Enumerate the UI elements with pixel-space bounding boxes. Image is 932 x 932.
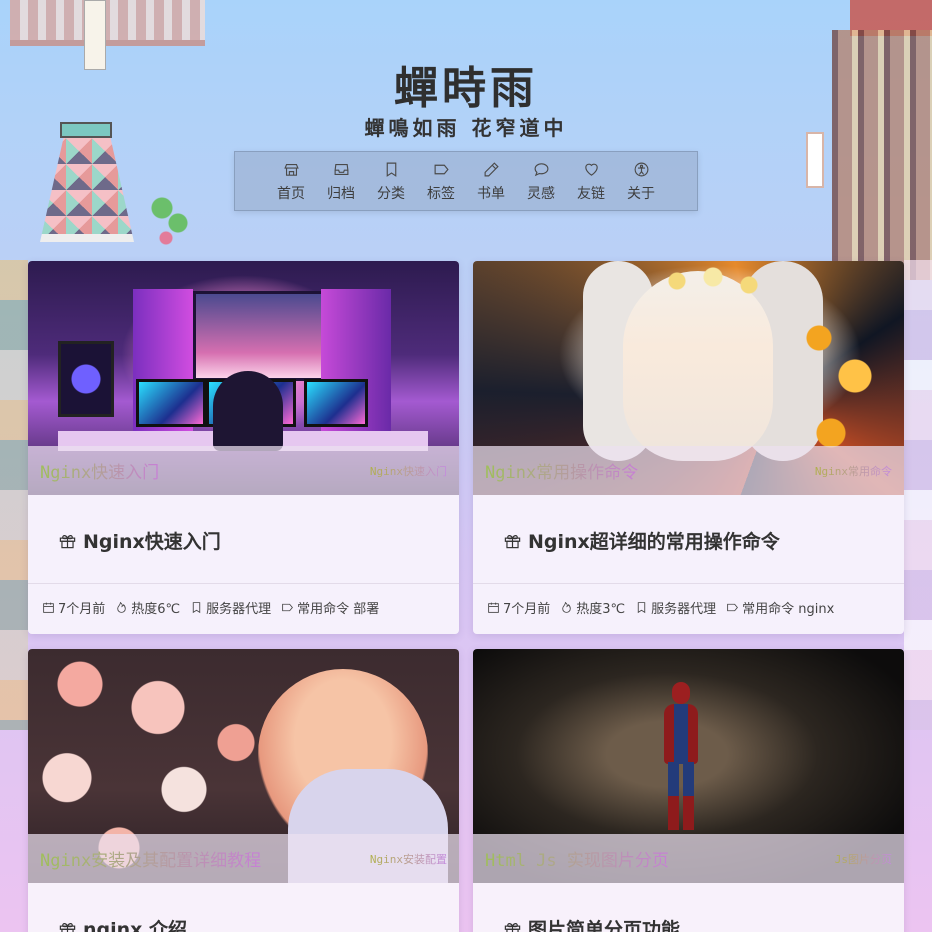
post-title[interactable]: Nginx快速入门: [58, 527, 221, 554]
gift-icon: [59, 923, 76, 932]
person-circle-icon: [630, 158, 652, 180]
cover-gold-leaves: [783, 281, 903, 471]
nav-label: 标签: [427, 186, 455, 202]
gift-icon: [504, 923, 521, 932]
bookmark-icon: [380, 158, 402, 180]
tag-icon: [282, 603, 294, 612]
post-tags[interactable]: 常用命令 nginx: [726, 598, 834, 617]
flame-icon: [562, 601, 572, 613]
nav-label: 分类: [377, 186, 405, 202]
cover-caption-bar: Html Js 实现图片分页 Js图片分页: [473, 834, 904, 883]
cover-caption-bar: Nginx常用操作命令 Nginx常用命令: [473, 446, 904, 495]
post-title[interactable]: Nginx超详细的常用操作命令: [503, 527, 780, 554]
cover-caption: Nginx快速入门: [40, 458, 159, 483]
flame-icon: [117, 601, 127, 613]
post-category-text: 服务器代理: [206, 602, 272, 617]
post-tags[interactable]: 常用命令 部署: [281, 598, 379, 617]
nav-label: 灵感: [527, 186, 555, 202]
heart-icon: [580, 158, 602, 180]
tag-icon: [430, 158, 452, 180]
cover-tag[interactable]: Nginx常用命令: [815, 463, 892, 479]
chat-bubble-icon: [530, 158, 552, 180]
meta-divider: [28, 583, 459, 584]
cover-figure-body: [664, 704, 698, 764]
post-date-text: 7个月前: [58, 602, 106, 617]
post-heat-text: 热度3℃: [576, 602, 626, 617]
post-card[interactable]: Html Js 实现图片分页 Js图片分页 图片简单分页功能: [473, 649, 904, 932]
gift-icon: [59, 535, 76, 549]
nav-item-categories[interactable]: 分类: [366, 158, 416, 210]
cover-person: [213, 371, 283, 451]
meta-divider: [473, 583, 904, 584]
calendar-icon: [43, 602, 54, 613]
cover-monitor: [304, 379, 368, 427]
nav-label: 友链: [577, 186, 605, 202]
post-card[interactable]: Nginx安装及其配置详细教程 Nginx安装配置 nginx 介绍: [28, 649, 459, 932]
gift-icon: [504, 535, 521, 549]
home-icon: [280, 158, 302, 180]
post-meta: 7个月前 热度6℃ 服务器代理 常用命令 部署: [42, 598, 379, 617]
post-tags-text: 常用命令 nginx: [742, 602, 835, 617]
post-title-text: 图片简单分页功能: [528, 919, 681, 932]
cover-tag[interactable]: Nginx安装配置: [370, 851, 447, 867]
bookmark-icon: [192, 602, 201, 614]
post-title-text: nginx 介绍: [83, 919, 188, 932]
post-title[interactable]: nginx 介绍: [58, 915, 187, 932]
cover-figure-leg: [668, 762, 679, 830]
tag-icon: [727, 603, 739, 612]
cover-figure-leg: [683, 762, 694, 830]
cover-figure-head: [672, 682, 690, 704]
post-category[interactable]: 服务器代理: [190, 598, 271, 617]
main-nav: 首页 归档 分类 标签 书单 灵感 友链 关于: [234, 151, 698, 211]
post-date: 7个月前: [42, 598, 105, 617]
cover-tag[interactable]: Js图片分页: [835, 851, 892, 867]
post-title[interactable]: 图片简单分页功能: [503, 915, 680, 932]
pencil-icon: [480, 158, 502, 180]
post-card[interactable]: Nginx快速入门 Nginx快速入门 Nginx快速入门 7个月前 热度6℃ …: [28, 261, 459, 634]
cover-caption: Nginx安装及其配置详细教程: [40, 846, 261, 871]
post-category[interactable]: 服务器代理: [635, 598, 716, 617]
bookmark-icon: [637, 602, 646, 614]
cover-figure: [656, 682, 706, 832]
post-date: 7个月前: [487, 598, 550, 617]
cover-caption: Html Js 实现图片分页: [485, 846, 669, 871]
post-title-text: Nginx超详细的常用操作命令: [528, 531, 780, 553]
nav-item-friends[interactable]: 友链: [566, 158, 616, 210]
decorative-lamp: [40, 138, 134, 242]
site-title[interactable]: 蟬時雨: [0, 52, 932, 116]
post-category-text: 服务器代理: [651, 602, 717, 617]
site-subtitle: 蟬鳴如雨 花窄道中: [364, 116, 568, 140]
nav-label: 归档: [327, 186, 355, 202]
nav-item-inspiration[interactable]: 灵感: [516, 158, 566, 210]
nav-item-home[interactable]: 首页: [266, 158, 316, 210]
post-title-text: Nginx快速入门: [83, 531, 221, 553]
post-card[interactable]: Nginx常用操作命令 Nginx常用命令 Nginx超详细的常用操作命令 7个…: [473, 261, 904, 634]
post-meta: 7个月前 热度3℃ 服务器代理 常用命令 nginx: [487, 598, 834, 617]
nav-item-booklist[interactable]: 书单: [466, 158, 516, 210]
nav-item-archive[interactable]: 归档: [316, 158, 366, 210]
post-heat: 热度6℃: [115, 598, 180, 617]
cover-speaker: [58, 341, 114, 417]
nav-label: 首页: [277, 186, 305, 202]
cover-caption: Nginx常用操作命令: [485, 458, 638, 483]
post-heat-text: 热度6℃: [131, 602, 181, 617]
cover-monitor: [136, 379, 206, 427]
decorative-left-scenery: [0, 260, 28, 730]
post-heat: 热度3℃: [560, 598, 625, 617]
nav-label: 关于: [627, 186, 655, 202]
cover-tag[interactable]: Nginx快速入门: [370, 463, 447, 479]
decorative-right-scenery: [904, 260, 932, 730]
cover-caption-bar: Nginx安装及其配置详细教程 Nginx安装配置: [28, 834, 459, 883]
cover-flowers: [653, 261, 773, 301]
calendar-icon: [488, 602, 499, 613]
nav-item-tags[interactable]: 标签: [416, 158, 466, 210]
nav-item-about[interactable]: 关于: [616, 158, 666, 210]
post-date-text: 7个月前: [503, 602, 551, 617]
decorative-fence: [10, 0, 205, 46]
nav-label: 书单: [477, 186, 505, 202]
archive-inbox-icon: [330, 158, 352, 180]
cover-caption-bar: Nginx快速入门 Nginx快速入门: [28, 446, 459, 495]
decorative-plant: [150, 190, 190, 250]
post-tags-text: 常用命令 部署: [297, 602, 380, 617]
